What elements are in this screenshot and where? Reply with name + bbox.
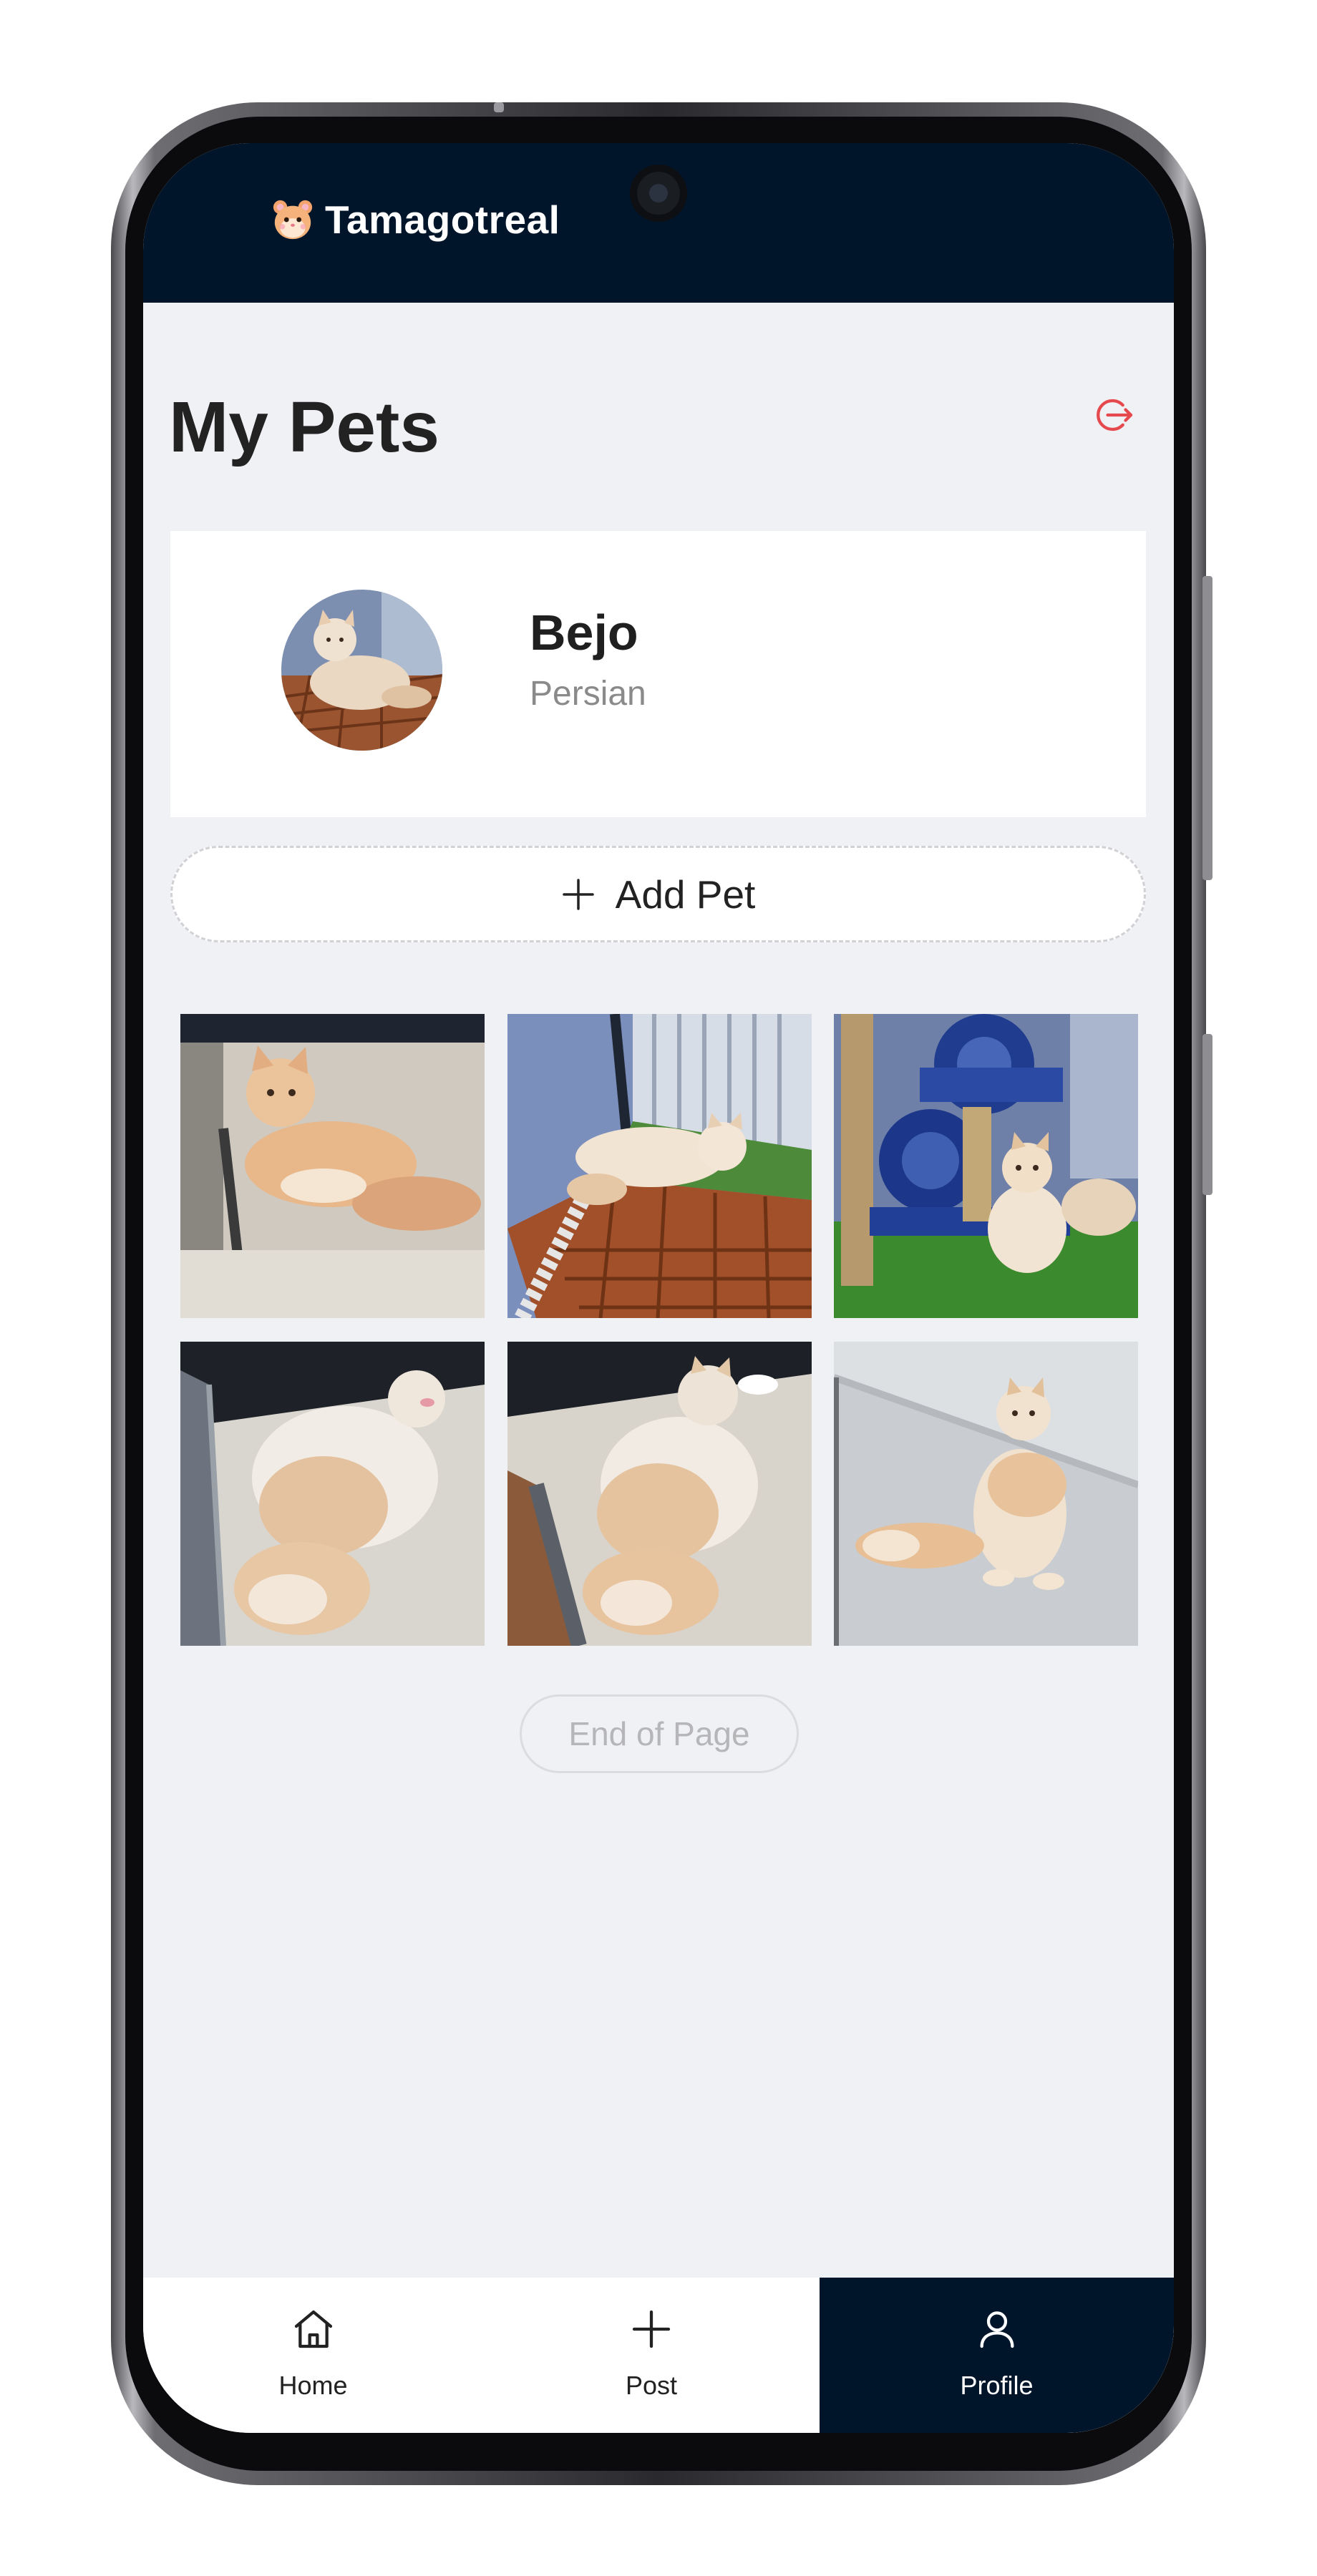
antenna-line bbox=[494, 102, 504, 112]
pet-card[interactable]: Bejo Persian bbox=[170, 531, 1146, 817]
gallery-photo[interactable] bbox=[180, 1014, 485, 1318]
logout-icon bbox=[1097, 399, 1133, 431]
hamster-face-icon bbox=[273, 200, 313, 240]
volume-button bbox=[1202, 576, 1212, 880]
cat-photo-image bbox=[507, 1014, 812, 1318]
cat-photo-image bbox=[834, 1014, 1138, 1318]
cat-photo-image bbox=[180, 1342, 485, 1646]
nav-post-label: Post bbox=[625, 2371, 678, 2400]
cat-photo-image bbox=[507, 1342, 812, 1646]
user-icon bbox=[980, 2311, 1014, 2348]
add-pet-button[interactable]: Add Pet bbox=[170, 846, 1146, 942]
gallery-photo[interactable] bbox=[834, 1014, 1138, 1318]
app-header: Tamagotreal bbox=[143, 143, 1174, 303]
photo-gallery bbox=[180, 1014, 1138, 1646]
nav-home[interactable]: Home bbox=[143, 2278, 483, 2433]
gallery-photo[interactable] bbox=[834, 1342, 1138, 1646]
pet-avatar bbox=[281, 590, 442, 751]
pet-avatar-image bbox=[281, 590, 442, 751]
end-of-page-indicator: End of Page bbox=[520, 1694, 799, 1773]
pet-name: Bejo bbox=[530, 605, 638, 660]
nav-profile-label: Profile bbox=[960, 2371, 1034, 2400]
cat-photo-image bbox=[180, 1014, 485, 1318]
plus-icon bbox=[632, 2310, 671, 2348]
nav-post[interactable]: Post bbox=[483, 2278, 820, 2433]
cat-photo-image bbox=[834, 1342, 1138, 1646]
brand[interactable]: Tamagotreal bbox=[271, 195, 560, 245]
gallery-photo[interactable] bbox=[507, 1342, 812, 1646]
power-button bbox=[1202, 1034, 1212, 1195]
app-name: Tamagotreal bbox=[325, 197, 560, 242]
front-camera bbox=[630, 165, 687, 222]
nav-profile[interactable]: Profile bbox=[820, 2278, 1174, 2433]
page-title: My Pets bbox=[169, 387, 439, 467]
add-pet-label: Add Pet bbox=[615, 872, 756, 917]
plus-icon bbox=[562, 878, 594, 910]
gallery-photo[interactable] bbox=[507, 1014, 812, 1318]
pet-breed: Persian bbox=[530, 675, 646, 713]
app-screen: Tamagotreal My Pets Bejo Persian Add Pet… bbox=[143, 143, 1174, 2433]
logout-button[interactable] bbox=[1088, 390, 1138, 440]
gallery-photo[interactable] bbox=[180, 1342, 485, 1646]
bottom-nav: Home Post Profile bbox=[143, 2278, 1174, 2433]
nav-home-label: Home bbox=[278, 2371, 348, 2400]
home-icon bbox=[294, 2310, 332, 2348]
